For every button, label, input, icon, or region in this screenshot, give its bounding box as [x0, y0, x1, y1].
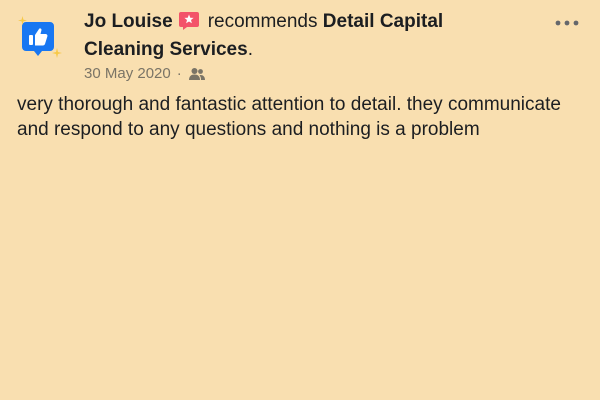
post-meta: 30 May 2020 · [84, 62, 206, 86]
post-header: Jo Louise recommends Detail Capital Clea… [84, 8, 524, 64]
author-name[interactable]: Jo Louise [84, 11, 173, 32]
page-name-suffix: . [247, 39, 253, 60]
star-badge-icon [178, 12, 199, 30]
more-options-icon [555, 20, 579, 26]
meta-separator: · [176, 65, 182, 82]
thumbs-up-icon [22, 22, 54, 56]
post-body: very thorough and fantastic attention to… [17, 94, 561, 140]
friends-icon[interactable] [188, 67, 206, 81]
post-date[interactable]: 30 May 2020 [84, 62, 171, 86]
recommendation-avatar [18, 16, 62, 62]
recommends-verb: recommends [207, 11, 318, 32]
sparkle-icon [18, 16, 27, 25]
sparkle-icon [52, 48, 62, 58]
more-options-button[interactable] [554, 10, 580, 36]
